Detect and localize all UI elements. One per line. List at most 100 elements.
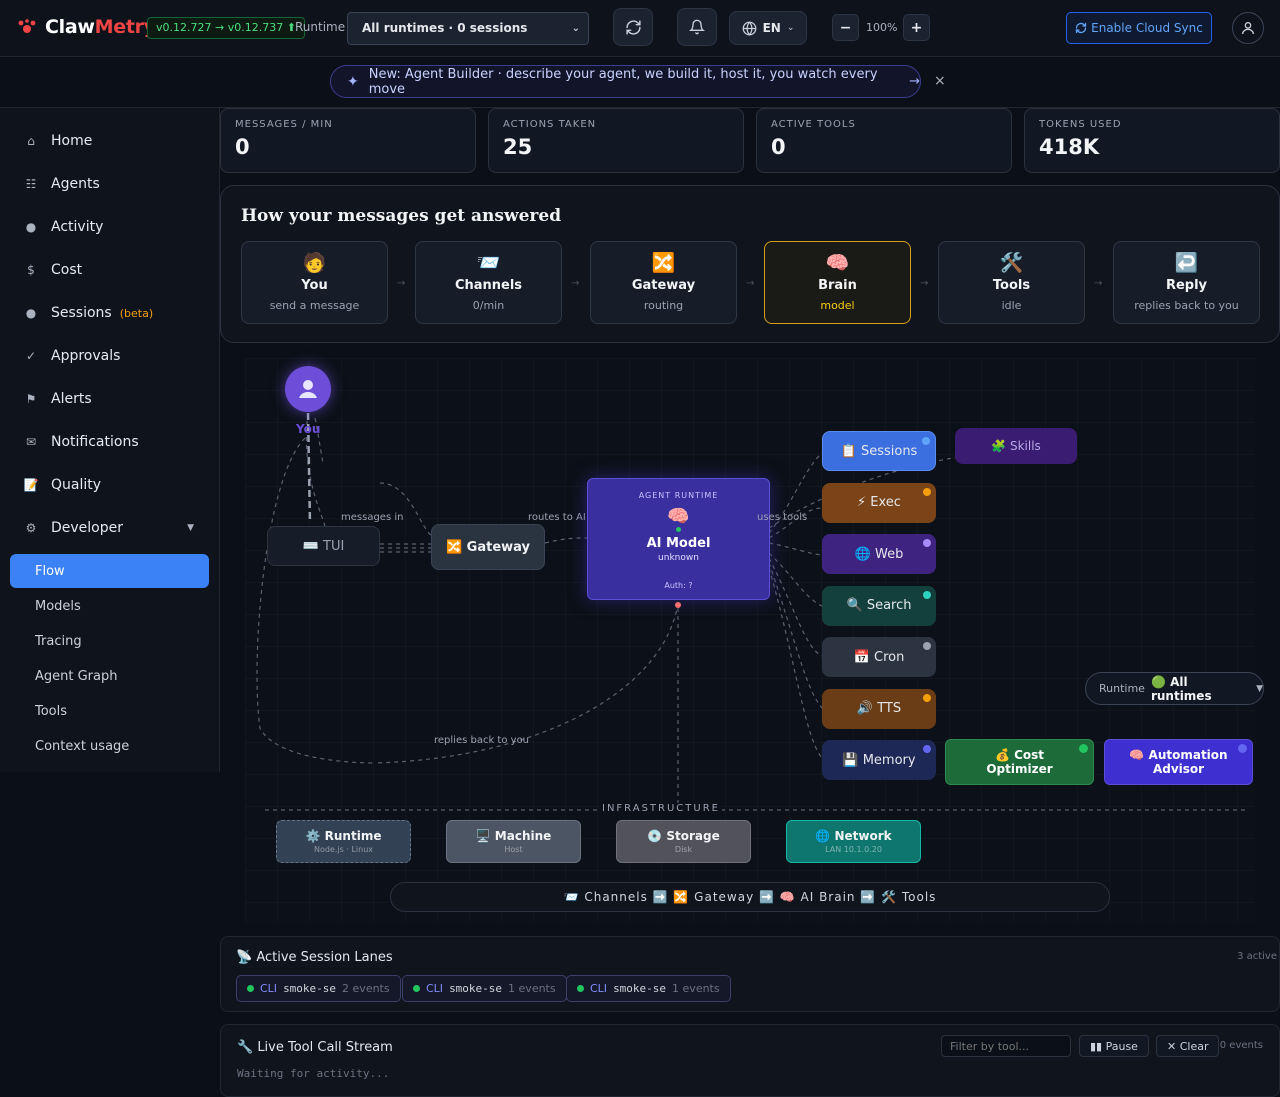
tools-icon: 🛠️ (999, 252, 1024, 274)
infrastructure-title: INFRASTRUCTURE (600, 803, 722, 814)
tui-node[interactable]: ⌨️ TUI (267, 526, 380, 566)
sidebar-item-label: Quality (51, 477, 102, 493)
runtime-filter-value: 🟢 All runtimes (1150, 674, 1212, 703)
version-badge[interactable]: v0.12.727 → v0.12.737 ⬆ (147, 17, 305, 39)
status-dot (413, 985, 420, 992)
sidebar-item-activity[interactable]: ● Activity (10, 209, 210, 245)
edge-label-routes-to-ai: routes to AI (528, 512, 586, 523)
you-node[interactable] (285, 366, 331, 412)
sidebar-item-agents[interactable]: ☷ Agents (10, 166, 210, 202)
sidebar-item-developer[interactable]: ⚙ Developer ▼ (10, 510, 210, 546)
user-menu-button[interactable] (1232, 12, 1264, 44)
bell-icon (689, 19, 705, 35)
lane-session-name: smoke-se (613, 982, 667, 995)
status-dot (922, 437, 930, 445)
user-avatar-icon (299, 380, 317, 398)
chevron-down-icon: ⌄ (786, 23, 795, 33)
sidebar: ⌂ Home ☷ Agents ● Activity $ Cost ● Sessions (beta… (0, 108, 220, 772)
flow-canvas[interactable]: You ⌨️ TUI messages in 🔀 Gateway routes … (245, 358, 1264, 923)
runtime-label: Runtime (295, 20, 346, 34)
pipeline-step-brain[interactable]: 🧠 Brain model (764, 241, 911, 324)
pipeline-step-sub: send a message (269, 299, 360, 312)
refresh-button[interactable] (613, 8, 653, 46)
you-label: You (296, 422, 321, 436)
sidebar-subitem-agent-graph[interactable]: Agent Graph (10, 659, 209, 693)
brain-icon: 🧠 (667, 506, 690, 527)
notifications-button[interactable] (677, 8, 717, 46)
arrow-right-icon: → (397, 278, 406, 289)
sidebar-item-home[interactable]: ⌂ Home (10, 123, 210, 159)
developer-icon: ⚙ (25, 521, 37, 535)
runtime-filter-dropdown[interactable]: Runtime 🟢 All runtimes ▼ (1085, 672, 1264, 705)
sidebar-item-notifications[interactable]: ✉ Notifications (10, 424, 210, 460)
lanes-count: 3 active (1237, 951, 1277, 962)
sidebar-subitem-context-usage[interactable]: Context usage (10, 729, 209, 763)
cloud-sync-label: Enable Cloud Sync (1091, 21, 1203, 35)
zoom-level: 100% (866, 21, 898, 34)
session-lane-chip[interactable]: CLI smoke-se 1 events (402, 975, 567, 1002)
sidebar-item-approvals[interactable]: ✓ Approvals (10, 338, 210, 374)
cost-optimizer-node[interactable]: 💰 Cost Optimizer (945, 739, 1094, 785)
tool-node-label: 🔍 Search (846, 598, 912, 613)
stat-messages-per-min: MESSAGES / MIN 0 (220, 108, 476, 173)
clear-button[interactable]: ✕ Clear (1156, 1035, 1220, 1057)
language-button[interactable]: EN ⌄ (729, 11, 807, 45)
tool-filter-input[interactable] (941, 1035, 1071, 1057)
automation-advisor-label: 🧠 Automation Advisor (1129, 748, 1228, 776)
arrow-right-icon: → (920, 278, 929, 289)
announcement-link[interactable]: ✦ New: Agent Builder · describe your age… (330, 65, 921, 98)
infra-node-label: 🖥️ Machine (475, 829, 552, 843)
announcement-text: New: Agent Builder · describe your agent… (368, 66, 878, 97)
sidebar-item-cost[interactable]: $ Cost (10, 252, 210, 288)
pause-button[interactable]: ▮▮ Pause (1079, 1035, 1149, 1057)
tool-node-web[interactable]: 🌐 Web (822, 534, 936, 574)
tool-node-search[interactable]: 🔍 Search (822, 585, 936, 626)
sidebar-item-label: Approvals (51, 348, 121, 364)
tool-node-memory[interactable]: 💾 Memory (822, 740, 936, 780)
pipeline-step-you[interactable]: 🧑 You send a message (241, 241, 388, 324)
pipeline-step-reply[interactable]: ↩️ Reply replies back to you (1113, 241, 1260, 324)
infra-node-storage[interactable]: 💿 Storage Disk (616, 820, 751, 863)
app-logo[interactable]: ClawMetry (45, 16, 156, 38)
sidebar-subitem-flow[interactable]: Flow (10, 554, 209, 588)
tool-node-label: 📋 Sessions (840, 443, 918, 459)
lane-cli-tag: CLI (590, 982, 608, 995)
sidebar-item-sessions[interactable]: ● Sessions (beta) (10, 295, 210, 331)
sidebar-item-alerts[interactable]: ⚑ Alerts (10, 381, 210, 417)
enable-cloud-sync-button[interactable]: Enable Cloud Sync (1066, 12, 1212, 44)
pipeline-step-gateway[interactable]: 🔀 Gateway routing (590, 241, 737, 324)
zoom-out-button[interactable]: − (832, 14, 859, 41)
edge-label-messages-in: messages in (341, 512, 404, 523)
stat-actions-taken: ACTIONS TAKEN 25 (488, 108, 744, 173)
pipeline-step-tools[interactable]: 🛠️ Tools idle (938, 241, 1085, 324)
pipeline-step-channels[interactable]: 📨 Channels 0/min (415, 241, 562, 324)
stat-label: MESSAGES / MIN (235, 119, 333, 130)
status-dot (923, 745, 931, 753)
sidebar-item-quality[interactable]: 📝 Quality (10, 467, 210, 503)
zoom-in-button[interactable]: + (903, 14, 930, 41)
skills-node[interactable]: 🧩 Skills (955, 428, 1077, 464)
tool-node-sessions[interactable]: 📋 Sessions (822, 431, 936, 471)
sidebar-subitem-tracing[interactable]: Tracing (10, 624, 209, 658)
ai-model-node[interactable]: AGENT RUNTIME 🧠 AI Model unknown Auth: ? (587, 478, 770, 600)
runtime-select[interactable]: All runtimes · 0 sessions ⌄ (347, 12, 589, 45)
session-lane-chip[interactable]: CLI smoke-se 1 events (566, 975, 731, 1002)
sidebar-subitem-tools[interactable]: Tools (10, 694, 209, 728)
tool-node-cron[interactable]: 📅 Cron (822, 637, 936, 677)
infra-node-machine[interactable]: 🖥️ Machine Host (446, 820, 581, 863)
gateway-node[interactable]: 🔀 Gateway (431, 524, 545, 570)
tool-node-tts[interactable]: 🔊 TTS (822, 688, 936, 729)
infra-node-runtime[interactable]: ⚙️ Runtime Node.js · Linux (276, 820, 411, 863)
live-tool-call-stream: 🔧 Live Tool Call Stream ▮▮ Pause ✕ Clear… (220, 1024, 1280, 1097)
brain-icon: 🧠 (825, 252, 850, 274)
tool-node-exec[interactable]: ⚡ Exec (822, 482, 936, 523)
automation-advisor-node[interactable]: 🧠 Automation Advisor (1104, 739, 1253, 785)
close-icon[interactable]: × (934, 73, 946, 89)
session-lane-chip[interactable]: CLI smoke-se 2 events (236, 975, 401, 1002)
waiting-text: Waiting for activity... (237, 1067, 390, 1080)
sidebar-subitem-models[interactable]: Models (10, 589, 209, 623)
pipeline-step-sub: routing (643, 299, 684, 312)
stat-active-tools: ACTIVE TOOLS 0 (756, 108, 1012, 173)
logo-claw: Claw (45, 16, 95, 38)
infra-node-network[interactable]: 🌐 Network LAN 10.1.0.20 (786, 820, 921, 863)
